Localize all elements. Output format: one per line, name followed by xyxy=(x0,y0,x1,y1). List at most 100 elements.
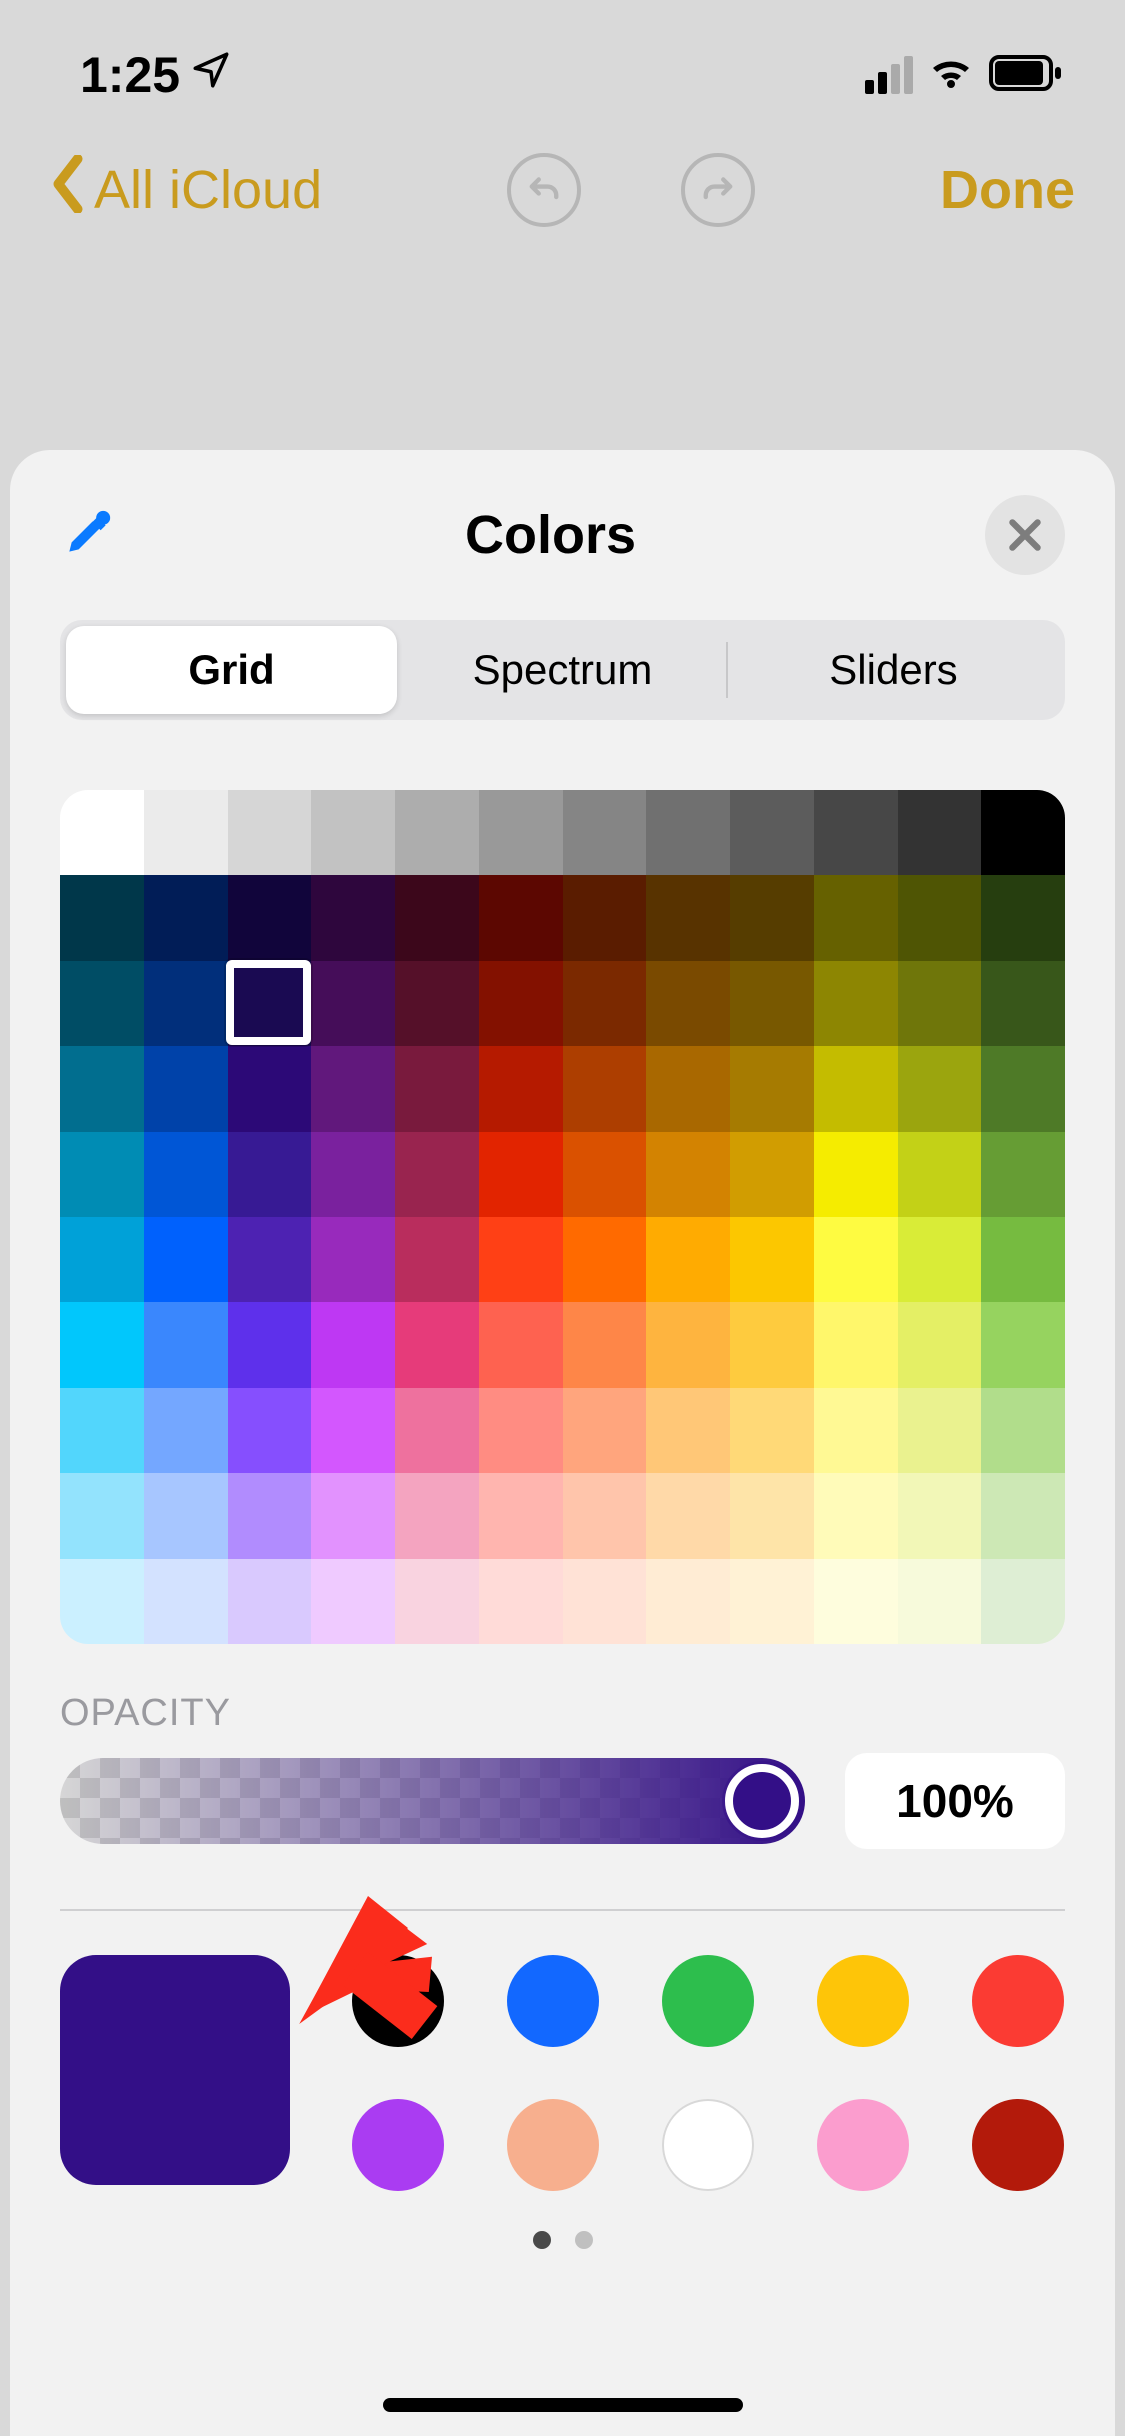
color-cell[interactable] xyxy=(228,1473,312,1558)
color-cell[interactable] xyxy=(981,1132,1065,1217)
color-cell[interactable] xyxy=(646,1046,730,1131)
color-cell[interactable] xyxy=(898,790,982,875)
color-cell[interactable] xyxy=(981,875,1065,960)
color-cell[interactable] xyxy=(646,1388,730,1473)
color-cell[interactable] xyxy=(563,1132,647,1217)
color-cell[interactable] xyxy=(479,1046,563,1131)
color-cell[interactable] xyxy=(981,1217,1065,1302)
color-cell[interactable] xyxy=(563,790,647,875)
color-cell[interactable] xyxy=(479,1217,563,1302)
color-cell[interactable] xyxy=(730,1217,814,1302)
color-cell[interactable] xyxy=(479,1132,563,1217)
color-cell[interactable] xyxy=(898,1132,982,1217)
color-cell[interactable] xyxy=(981,1302,1065,1387)
color-cell[interactable] xyxy=(60,1302,144,1387)
back-button[interactable]: All iCloud xyxy=(50,155,322,226)
color-cell[interactable] xyxy=(60,1046,144,1131)
color-cell[interactable] xyxy=(563,1046,647,1131)
tab-grid[interactable]: Grid xyxy=(66,626,397,714)
color-cell[interactable] xyxy=(228,790,312,875)
color-cell[interactable] xyxy=(311,790,395,875)
color-cell[interactable] xyxy=(395,1559,479,1644)
color-cell[interactable] xyxy=(814,1217,898,1302)
color-cell[interactable] xyxy=(563,961,647,1046)
color-cell[interactable] xyxy=(395,1217,479,1302)
color-cell[interactable] xyxy=(898,1217,982,1302)
opacity-slider[interactable] xyxy=(60,1758,805,1844)
color-cell[interactable] xyxy=(228,1302,312,1387)
color-cell[interactable] xyxy=(60,1388,144,1473)
color-cell[interactable] xyxy=(814,1473,898,1558)
color-cell[interactable] xyxy=(646,875,730,960)
color-cell[interactable] xyxy=(60,790,144,875)
color-cell[interactable] xyxy=(228,1559,312,1644)
color-cell[interactable] xyxy=(228,1388,312,1473)
color-cell[interactable] xyxy=(311,1473,395,1558)
color-cell[interactable] xyxy=(144,1302,228,1387)
color-cell[interactable] xyxy=(898,961,982,1046)
swatch[interactable] xyxy=(972,2099,1064,2191)
swatch[interactable] xyxy=(817,1955,909,2047)
color-cell[interactable] xyxy=(144,961,228,1046)
color-cell[interactable] xyxy=(311,875,395,960)
color-cell[interactable] xyxy=(814,1388,898,1473)
color-cell[interactable] xyxy=(144,1046,228,1131)
color-cell[interactable] xyxy=(898,1388,982,1473)
color-cell[interactable] xyxy=(563,1217,647,1302)
swatch[interactable] xyxy=(817,2099,909,2191)
color-cell[interactable] xyxy=(981,1388,1065,1473)
color-cell[interactable] xyxy=(311,1132,395,1217)
color-cell[interactable] xyxy=(814,875,898,960)
color-cell[interactable] xyxy=(144,1559,228,1644)
color-cell[interactable] xyxy=(730,875,814,960)
swatch[interactable] xyxy=(352,2099,444,2191)
color-cell[interactable] xyxy=(981,790,1065,875)
color-cell[interactable] xyxy=(479,1388,563,1473)
color-cell[interactable] xyxy=(730,1388,814,1473)
color-cell[interactable] xyxy=(646,1473,730,1558)
color-cell[interactable] xyxy=(898,1473,982,1558)
color-cell[interactable] xyxy=(563,875,647,960)
color-cell[interactable] xyxy=(646,1302,730,1387)
page-indicator[interactable] xyxy=(60,2231,1065,2249)
color-cell[interactable] xyxy=(814,1046,898,1131)
color-cell[interactable] xyxy=(60,1217,144,1302)
color-cell[interactable] xyxy=(395,875,479,960)
color-cell[interactable] xyxy=(479,875,563,960)
color-cell[interactable] xyxy=(814,1132,898,1217)
color-cell[interactable] xyxy=(479,1559,563,1644)
color-cell[interactable] xyxy=(479,1473,563,1558)
swatch[interactable] xyxy=(662,1955,754,2047)
color-cell[interactable] xyxy=(814,1559,898,1644)
tab-spectrum[interactable]: Spectrum xyxy=(397,626,728,714)
color-cell[interactable] xyxy=(395,1388,479,1473)
swatch[interactable] xyxy=(662,2099,754,2191)
color-cell[interactable] xyxy=(646,961,730,1046)
color-cell[interactable] xyxy=(646,1217,730,1302)
color-cell[interactable] xyxy=(730,1559,814,1644)
color-cell[interactable] xyxy=(60,1132,144,1217)
color-cell[interactable] xyxy=(981,1046,1065,1131)
color-cell[interactable] xyxy=(395,1473,479,1558)
color-cell[interactable] xyxy=(730,961,814,1046)
color-cell[interactable] xyxy=(730,1132,814,1217)
color-cell[interactable] xyxy=(479,961,563,1046)
opacity-value-field[interactable]: 100% xyxy=(845,1753,1065,1849)
color-cell[interactable] xyxy=(311,1217,395,1302)
close-button[interactable] xyxy=(985,495,1065,575)
eyedropper-button[interactable] xyxy=(60,505,116,566)
color-cell[interactable] xyxy=(60,1473,144,1558)
color-cell[interactable] xyxy=(395,1132,479,1217)
home-indicator[interactable] xyxy=(383,2398,743,2412)
color-cell[interactable] xyxy=(898,1302,982,1387)
color-cell[interactable] xyxy=(479,1302,563,1387)
color-cell[interactable] xyxy=(144,790,228,875)
color-cell[interactable] xyxy=(981,1473,1065,1558)
color-cell[interactable] xyxy=(228,961,312,1046)
swatch[interactable] xyxy=(352,1955,444,2047)
color-cell[interactable] xyxy=(563,1559,647,1644)
color-cell[interactable] xyxy=(898,1559,982,1644)
color-cell[interactable] xyxy=(311,1046,395,1131)
color-cell[interactable] xyxy=(228,1132,312,1217)
swatch[interactable] xyxy=(972,1955,1064,2047)
